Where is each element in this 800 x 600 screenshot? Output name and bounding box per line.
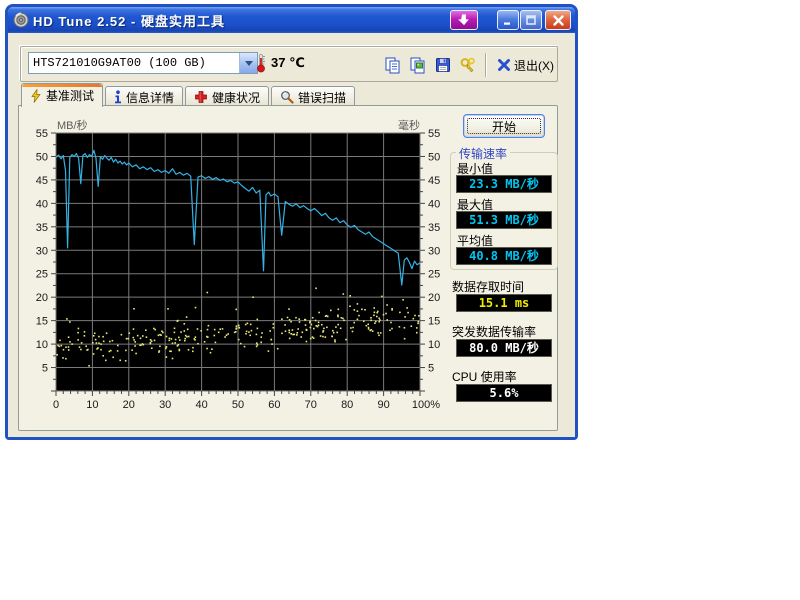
scan-icon [280,90,294,104]
exit-label: 退出(X) [514,57,554,74]
access-time-value: 15.1 ms [456,294,552,312]
axis-tick-label: 15 [36,316,48,328]
axis-tick-label: 30 [159,399,171,411]
exit-button[interactable]: 退出(X) [493,55,558,76]
client-area: HTS721010G9AT00 (100 GB) 37 ℃ [8,33,575,437]
tab-health-label: 健康状况 [212,89,260,106]
copy-image-icon [409,56,427,74]
tab-info-label: 信息详情 [126,89,174,106]
toolbar-buttons: 退出(X) [382,53,558,77]
copy-text-icon [384,56,402,74]
burst-rate-label: 突发数据传输率 [452,323,536,340]
options-icon [459,56,477,74]
axis-tick-label: 55 [428,128,440,140]
copy-text-button[interactable] [382,54,404,76]
download-arrow-icon [457,13,471,27]
health-icon [194,90,208,104]
benchmark-icon [30,89,42,103]
window-title: HD Tune 2.52 - 硬盘实用工具 [33,11,225,30]
chevron-down-icon [245,61,253,66]
tab-health[interactable]: 健康状况 [185,86,269,107]
desktop: HD Tune 2.52 - 硬盘实用工具 [0,0,800,600]
close-button[interactable] [545,10,571,30]
maximize-icon [525,14,537,26]
axis-tick-label: 10 [36,339,48,351]
toolbar-separator [485,53,487,77]
maximize-button[interactable] [520,10,542,30]
axis-tick-label: 35 [36,222,48,234]
start-button[interactable]: 开始 [463,114,545,138]
focus-ring [467,118,541,134]
axis-tick-label: 25 [428,269,440,281]
axis-tick-label: 0 [53,399,59,411]
axis-tick-label: 40 [428,198,440,210]
tab-benchmark-label: 基准测试 [46,87,94,104]
drive-select-value: HTS721010G9AT00 (100 GB) [29,56,239,70]
axis-tick-label: 90 [377,399,389,411]
axis-tick-label: 40 [36,198,48,210]
axis-tick-label: 30 [36,245,48,257]
axis-tick-label: 35 [428,222,440,234]
options-button[interactable] [457,54,479,76]
cpu-usage-label: CPU 使用率 [452,368,517,385]
axis-tick-label: 5 [42,363,48,375]
axis-tick-label: 70 [305,399,317,411]
drive-select-dropdown-button[interactable] [239,53,257,73]
tab-error-scan[interactable]: 错误扫描 [271,86,355,107]
axis-tick-label: 20 [36,292,48,304]
axis-tick-label: 10 [86,399,98,411]
avg-value: 40.8 MB/秒 [456,247,552,265]
save-button[interactable] [432,54,454,76]
burst-rate-value: 80.0 MB/秒 [456,339,552,357]
left-axis-title: MB/秒 [57,117,88,133]
benchmark-panel: 5510101515202025253030353540404545505055… [18,105,558,431]
info-icon [114,90,122,104]
axis-tick-label: 40 [195,399,207,411]
cpu-usage-value: 5.6% [456,384,552,402]
temperature-value: 37 ℃ [271,55,305,71]
axis-tick-label: 60 [268,399,280,411]
axis-tick-label: 30 [428,245,440,257]
max-value: 51.3 MB/秒 [456,211,552,229]
temperature-indicator: 37 ℃ [256,53,305,73]
axis-tick-label: 50 [36,151,48,163]
tab-info[interactable]: 信息详情 [105,86,183,107]
download-overlay-button[interactable] [450,10,478,30]
tab-error-scan-label: 错误扫描 [298,89,346,106]
minimize-button[interactable] [497,10,519,30]
right-axis-title: 毫秒 [379,117,420,133]
axis-tick-label: 5 [428,363,434,375]
axis-tick-label: 55 [36,128,48,140]
axis-tick-label: 100% [412,399,440,411]
exit-x-icon [497,58,511,72]
title-bar[interactable]: HD Tune 2.52 - 硬盘实用工具 [8,7,575,33]
axis-tick-label: 45 [36,175,48,187]
axis-tick-label: 10 [428,339,440,351]
close-icon [552,14,565,27]
axis-tick-label: 45 [428,175,440,187]
axis-tick-label: 50 [232,399,244,411]
thermometer-icon [256,53,266,73]
axis-tick-label: 15 [428,316,440,328]
tab-strip: 基准测试 信息详情 健康状况 [21,83,357,107]
axis-tick-label: 20 [428,292,440,304]
hard-disk-icon [13,12,29,28]
save-icon [434,56,452,74]
drive-select[interactable]: HTS721010G9AT00 (100 GB) [28,52,258,74]
axis-tick-label: 50 [428,151,440,163]
copy-image-button[interactable] [407,54,429,76]
tab-benchmark[interactable]: 基准测试 [21,83,103,107]
axis-tick-label: 80 [341,399,353,411]
axis-tick-label: 25 [36,269,48,281]
access-time-label: 数据存取时间 [452,278,524,295]
min-value: 23.3 MB/秒 [456,175,552,193]
minimize-icon [502,14,514,26]
axis-tick-label: 20 [123,399,135,411]
hd-tune-window: HD Tune 2.52 - 硬盘实用工具 [5,4,578,440]
